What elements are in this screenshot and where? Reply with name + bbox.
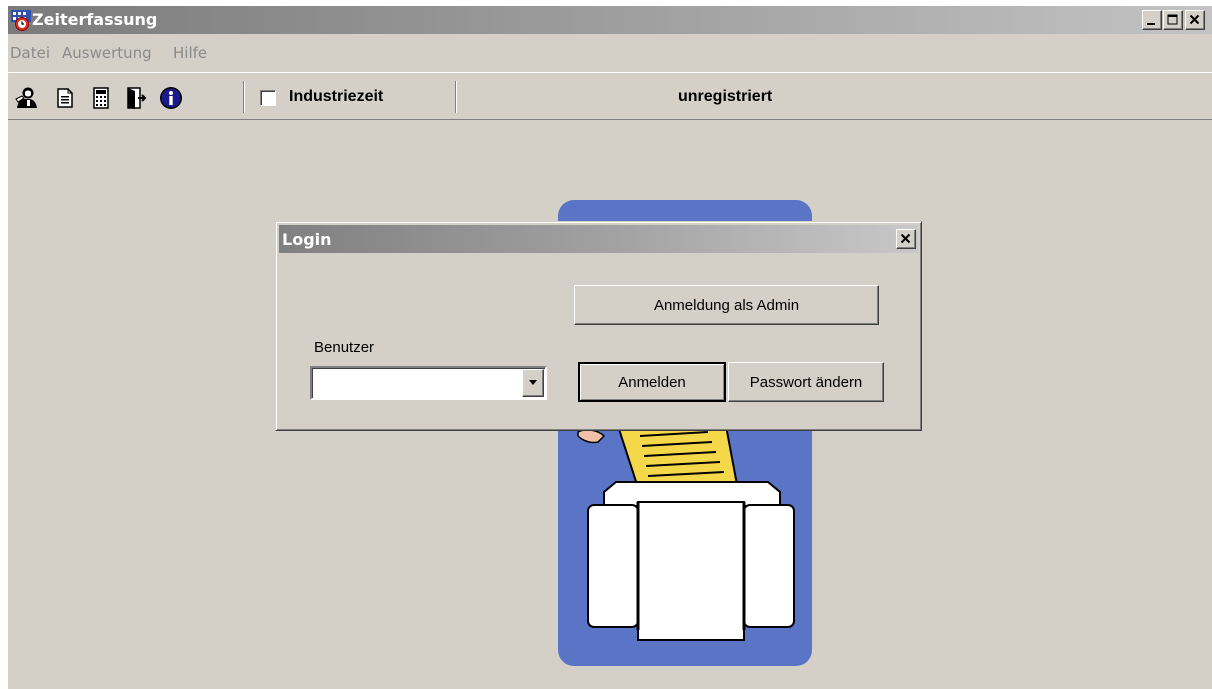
login-close-button[interactable]: [896, 229, 916, 249]
document-icon[interactable]: [52, 85, 78, 111]
admin-login-button[interactable]: Anmeldung als Admin: [574, 285, 879, 325]
chevron-down-icon: [529, 380, 537, 385]
toolbar: Industriezeit unregistriert: [8, 72, 1212, 120]
menu-hilfe[interactable]: Hilfe: [173, 44, 207, 62]
industriezeit-label[interactable]: Industriezeit: [289, 88, 383, 106]
user-select-dropdown-button[interactable]: [522, 369, 544, 397]
title-bar[interactable]: Zeiterfassung: [8, 6, 1212, 34]
industriezeit-checkbox[interactable]: [260, 90, 276, 106]
calculator-icon[interactable]: [88, 85, 114, 111]
info-icon[interactable]: [158, 85, 184, 111]
user-icon[interactable]: [14, 85, 40, 111]
menu-auswertung[interactable]: Auswertung: [62, 44, 152, 62]
change-password-button[interactable]: Passwort ändern: [728, 362, 884, 402]
app-clock-icon: [11, 10, 31, 31]
window-title: Zeiterfassung: [32, 10, 158, 29]
login-button[interactable]: Anmelden: [578, 362, 726, 402]
minimize-button[interactable]: [1142, 10, 1162, 30]
login-dialog-title: Login: [282, 230, 332, 249]
minimize-icon: [1147, 23, 1155, 25]
close-icon: [1189, 14, 1200, 25]
maximize-icon: [1167, 14, 1178, 25]
registration-status: unregistriert: [678, 88, 773, 105]
user-label: Benutzer: [314, 339, 375, 356]
app-window: Zeiterfassung Datei Auswertung Hilfe Ind…: [8, 6, 1212, 689]
login-dialog: Login Anmeldung als Admin Benutzer Anmel…: [275, 221, 922, 431]
menu-bar: Datei Auswertung Hilfe: [8, 36, 1212, 66]
toolbar-separator: [455, 81, 457, 113]
close-button[interactable]: [1185, 10, 1205, 30]
user-select[interactable]: [310, 366, 547, 400]
toolbar-separator: [243, 81, 245, 113]
close-icon: [900, 233, 911, 244]
menu-datei[interactable]: Datei: [10, 44, 50, 62]
maximize-button[interactable]: [1163, 10, 1183, 30]
login-dialog-titlebar[interactable]: Login: [279, 225, 918, 253]
exit-door-icon[interactable]: [124, 85, 150, 111]
